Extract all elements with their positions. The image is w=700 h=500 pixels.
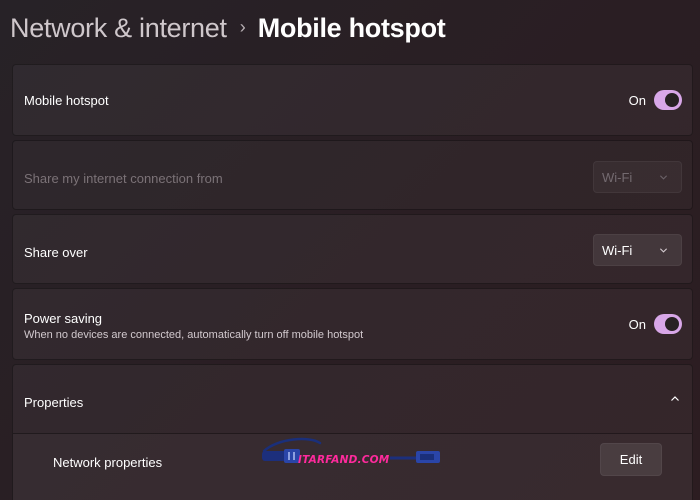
toggle-knob — [665, 93, 679, 107]
watermark: ITARFAND.COM — [258, 434, 444, 478]
share-from-label: Share my internet connection from — [24, 171, 223, 186]
share-over-dropdown[interactable]: Wi-Fi — [593, 234, 682, 266]
breadcrumb: Network & internet › Mobile hotspot — [10, 8, 446, 48]
mobile-hotspot-toggle-state: On — [628, 92, 646, 108]
share-over-card: Share over Wi-Fi — [12, 214, 693, 284]
breadcrumb-network-internet[interactable]: Network & internet — [10, 13, 227, 44]
chevron-down-icon — [659, 175, 668, 180]
share-from-value: Wi-Fi — [602, 169, 633, 185]
power-saving-toggle-state: On — [628, 316, 646, 332]
mobile-hotspot-card: Mobile hotspot On — [12, 64, 693, 136]
power-saving-toggle-group: On — [629, 314, 682, 334]
edit-button[interactable]: Edit — [600, 443, 662, 476]
chevron-down-icon — [659, 248, 668, 253]
watermark-text: ITARFAND.COM — [298, 454, 390, 466]
mobile-hotspot-label: Mobile hotspot — [24, 93, 109, 108]
page-title: Mobile hotspot — [257, 12, 446, 43]
power-saving-card: Power saving When no devices are connect… — [12, 288, 693, 360]
mobile-hotspot-toggle[interactable] — [654, 90, 682, 110]
share-from-card: Share my internet connection from Wi-Fi — [12, 140, 693, 210]
properties-card[interactable]: Properties Network properties Edit — [12, 364, 693, 500]
share-from-dropdown: Wi-Fi — [593, 161, 682, 193]
power-saving-toggle[interactable] — [654, 314, 682, 334]
properties-label: Properties — [24, 395, 84, 410]
power-saving-label: Power saving — [24, 311, 103, 326]
mobile-hotspot-toggle-group: On — [629, 90, 682, 110]
breadcrumb-separator-icon: › — [239, 16, 246, 37]
share-over-value: Wi-Fi — [602, 242, 633, 258]
share-over-label: Share over — [24, 245, 88, 260]
network-properties-label: Network properties — [53, 455, 163, 470]
power-saving-description: When no devices are connected, automatic… — [24, 329, 364, 341]
chevron-up-icon[interactable] — [670, 394, 680, 404]
toggle-knob — [665, 317, 679, 331]
